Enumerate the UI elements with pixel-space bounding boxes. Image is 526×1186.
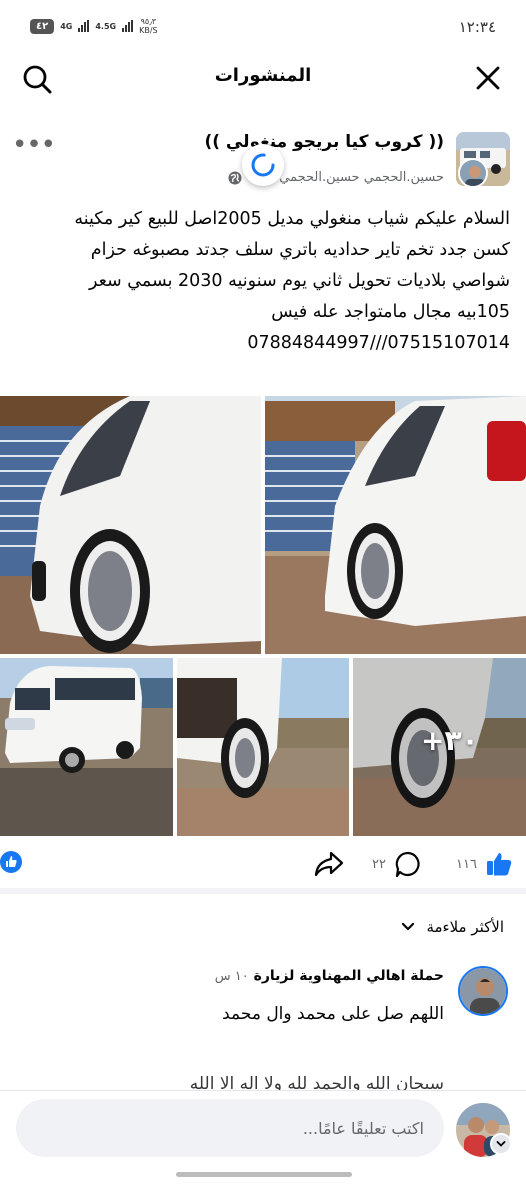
battery-icon: ٤٢ [30,18,55,34]
top-bar: المنشورات [0,52,526,104]
network-type-1: 4G [60,21,73,31]
status-time: ١٢:٣٤ [458,18,496,36]
more-dots-icon: ••• [12,130,56,160]
sort-label: الأكثر ملاءمة [426,918,504,936]
thumbs-up-icon [486,853,512,876]
account-switch-button[interactable] [490,1133,512,1155]
close-button[interactable] [472,62,504,94]
network-speed-value: ٩٥٫٣ [140,17,157,26]
share-button[interactable] [314,850,344,878]
section-divider [0,888,526,894]
post-actions: ٢٢ ١١٦ [0,846,526,886]
post-text-line: 07515107014///07884844997 [247,333,510,353]
post-text-line: السلام عليكم شياب منغولي مديل 2005اصل لل… [74,209,510,229]
page-title: المنشورات [214,65,312,86]
post-photo-1[interactable] [0,396,261,654]
post-body: السلام عليكم شياب منغولي مديل 2005اصل لل… [16,204,510,359]
globe-icon [228,171,242,184]
comment-count: ٢٢ [372,856,386,872]
post-author[interactable]: حسين.الحجمي حسين.الحجمي [279,170,444,185]
like-reaction-icon [0,851,22,873]
like-count: ١١٦ [456,856,477,872]
comment-author-line: حملة اهالي المهناوية لزيارة ١٠ س [215,968,444,984]
signal-icon [122,20,134,32]
photo-grid: +٣٠ [0,396,526,836]
status-indicators: ٤٢ 4G 4.5G ٩٥٫٣ KB/S [30,17,158,35]
comment-time: ١٠ س [214,969,249,984]
like-button[interactable]: ١١٦ [456,850,513,878]
share-icon [314,851,344,877]
comment-text: اللهم صل على محمد وال محمد [222,1004,444,1024]
commenter-avatar[interactable] [458,966,508,1016]
post-photo-3[interactable] [0,658,173,836]
more-options-button[interactable]: ••• [12,130,56,160]
loading-spinner [242,144,284,186]
comment-button[interactable]: ٢٢ [372,850,422,878]
home-indicator[interactable] [176,1172,352,1177]
network-speed-unit: KB/S [139,26,158,35]
post-photo-5[interactable]: +٣٠ [353,658,526,836]
post-text-line: شواصي بلاديات تحويل ثاني يوم سنونيه 2030… [88,271,510,291]
post-text-line: كسن جدد تخم تاير حداديه باتري سلف جدتد م… [90,240,510,260]
network-type-2: 4.5G [95,21,117,31]
spinner-icon [251,153,275,177]
comment-author[interactable]: حملة اهالي المهناوية لزيارة [254,968,444,984]
post-text-line: 105بيه مجال مامتواجد عله فيس [271,302,510,322]
author-avatar[interactable] [458,158,488,188]
close-icon [476,66,500,90]
chevron-down-icon [402,922,415,931]
post-photo-2[interactable] [265,396,526,654]
comment-icon [395,851,420,878]
comment-sort-dropdown[interactable]: الأكثر ملاءمة [400,918,504,936]
chevron-down-icon [496,1141,506,1147]
comment-input[interactable] [16,1099,444,1157]
more-photos-count[interactable]: +٣٠ [421,724,479,757]
status-bar: ٤٢ 4G 4.5G ٩٥٫٣ KB/S ١٢:٣٤ [0,0,526,52]
network-speed: ٩٥٫٣ KB/S [139,17,158,35]
signal-icon [78,20,90,32]
group-name[interactable]: (( كروب كيا بريجو منغولي )) [204,132,444,152]
post-photo-4[interactable] [177,658,349,836]
